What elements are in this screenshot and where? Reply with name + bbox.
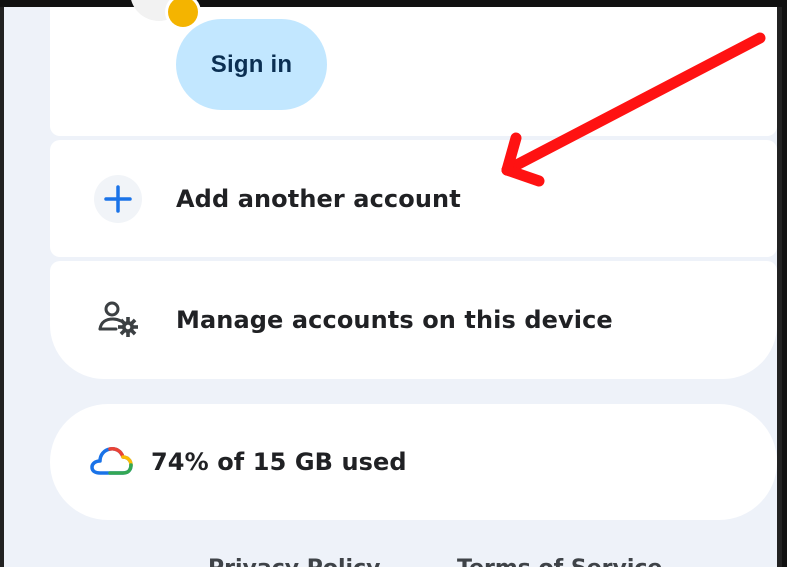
manage-accounts-label: Manage accounts on this device bbox=[176, 306, 613, 334]
cloud-icon bbox=[87, 438, 135, 486]
sign-in-button[interactable]: Sign in bbox=[176, 19, 327, 110]
footer-links: Privacy Policy Terms of Service bbox=[4, 554, 786, 567]
manage-accounts-item[interactable]: Manage accounts on this device bbox=[50, 261, 777, 379]
google-account-menu-screenshot: Sign in Add another account Manage accou… bbox=[0, 0, 787, 567]
storage-usage-label: 74% of 15 GB used bbox=[151, 448, 407, 476]
account-status-badge bbox=[168, 0, 198, 27]
add-another-account-item[interactable]: Add another account bbox=[50, 140, 777, 257]
privacy-policy-link[interactable]: Privacy Policy bbox=[208, 556, 380, 567]
add-another-account-label: Add another account bbox=[176, 184, 461, 213]
current-account-card: Sign in bbox=[50, 0, 777, 136]
manage-accounts-icon bbox=[94, 296, 142, 344]
terms-of-service-link[interactable]: Terms of Service bbox=[457, 556, 662, 567]
account-menu-panel: Sign in Add another account Manage accou… bbox=[0, 0, 782, 567]
plus-icon bbox=[94, 174, 142, 223]
storage-usage-card[interactable]: 74% of 15 GB used bbox=[50, 404, 777, 520]
